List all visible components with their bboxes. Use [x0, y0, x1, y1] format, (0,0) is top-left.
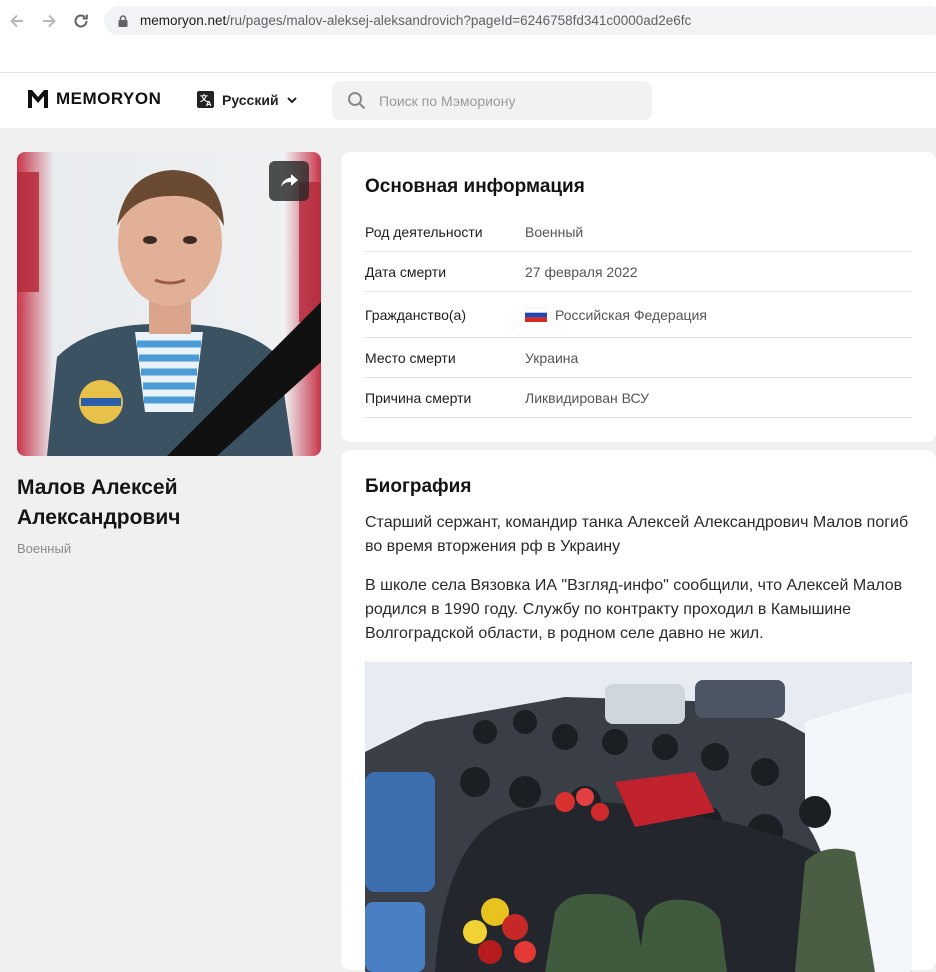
- info-label: Место смерти: [365, 349, 456, 366]
- share-button[interactable]: [269, 161, 309, 201]
- search-icon: [348, 91, 366, 109]
- back-arrow-icon[interactable]: [6, 10, 28, 32]
- search-input[interactable]: [377, 91, 641, 110]
- info-value: 27 февраля 2022: [525, 263, 638, 280]
- main-info-card: Основная информация Род деятельности Вое…: [341, 152, 936, 442]
- info-value: Украина: [525, 349, 579, 366]
- browser-spacer: [0, 42, 936, 73]
- citizenship-value: Российская Федерация: [555, 306, 707, 323]
- biography-paragraph: Старший сержант, командир танка Алексей …: [365, 514, 909, 555]
- portrait-photo: [17, 152, 321, 456]
- info-label: Род деятельности: [365, 223, 483, 240]
- site-header: MEMORYON 文 A Русский: [0, 73, 936, 128]
- chevron-down-icon: [286, 96, 297, 103]
- info-row-death-date: Дата смерти 27 февраля 2022: [365, 252, 912, 292]
- info-value: Военный: [525, 223, 584, 240]
- russia-flag-icon: [525, 307, 547, 322]
- info-label: Гражданство(а): [365, 306, 467, 323]
- info-row-death-place: Место смерти Украина: [365, 338, 912, 378]
- biography-title: Биография: [365, 476, 472, 497]
- browser-toolbar: memoryon.net/ru/pages/malov-aleksej-alek…: [0, 0, 936, 42]
- main-info-title: Основная информация: [365, 176, 585, 197]
- person-name: Малов Алексей Александрович: [17, 476, 181, 529]
- language-selector[interactable]: 文 A Русский: [196, 90, 297, 109]
- memoryon-logo-icon: [28, 90, 48, 108]
- info-row-occupation: Род деятельности Военный: [365, 212, 912, 252]
- info-row-citizenship: Гражданство(а) Российская Федерация: [365, 292, 912, 338]
- funeral-image: [365, 662, 912, 972]
- info-value: Российская Федерация: [525, 307, 707, 323]
- address-bar[interactable]: memoryon.net/ru/pages/malov-aleksej-alek…: [104, 6, 936, 35]
- funeral-photo: [365, 662, 912, 972]
- search-box[interactable]: [332, 81, 652, 120]
- svg-text:A: A: [206, 100, 212, 108]
- info-label: Причина смерти: [365, 389, 472, 406]
- forward-arrow-icon[interactable]: [38, 10, 60, 32]
- share-icon: [281, 174, 298, 187]
- site-logo[interactable]: MEMORYON: [26, 87, 161, 111]
- biography-paragraph: В школе села Вязовка ИА "Взгляд-инфо" со…: [365, 577, 903, 642]
- lock-icon: [118, 14, 128, 27]
- url-text: memoryon.net/ru/pages/malov-aleksej-alek…: [140, 13, 692, 28]
- language-label: Русский: [222, 91, 279, 108]
- person-role: Военный: [17, 541, 72, 556]
- info-value: Ликвидирован ВСУ: [525, 389, 650, 406]
- reload-icon[interactable]: [70, 10, 92, 32]
- info-label: Дата смерти: [365, 263, 447, 280]
- translate-icon: 文 A: [197, 91, 214, 108]
- info-row-death-cause: Причина смерти Ликвидирован ВСУ: [365, 378, 912, 418]
- logo-text: MEMORYON: [56, 89, 162, 108]
- biography-card: Биография Старший сержант, командир танк…: [341, 450, 936, 972]
